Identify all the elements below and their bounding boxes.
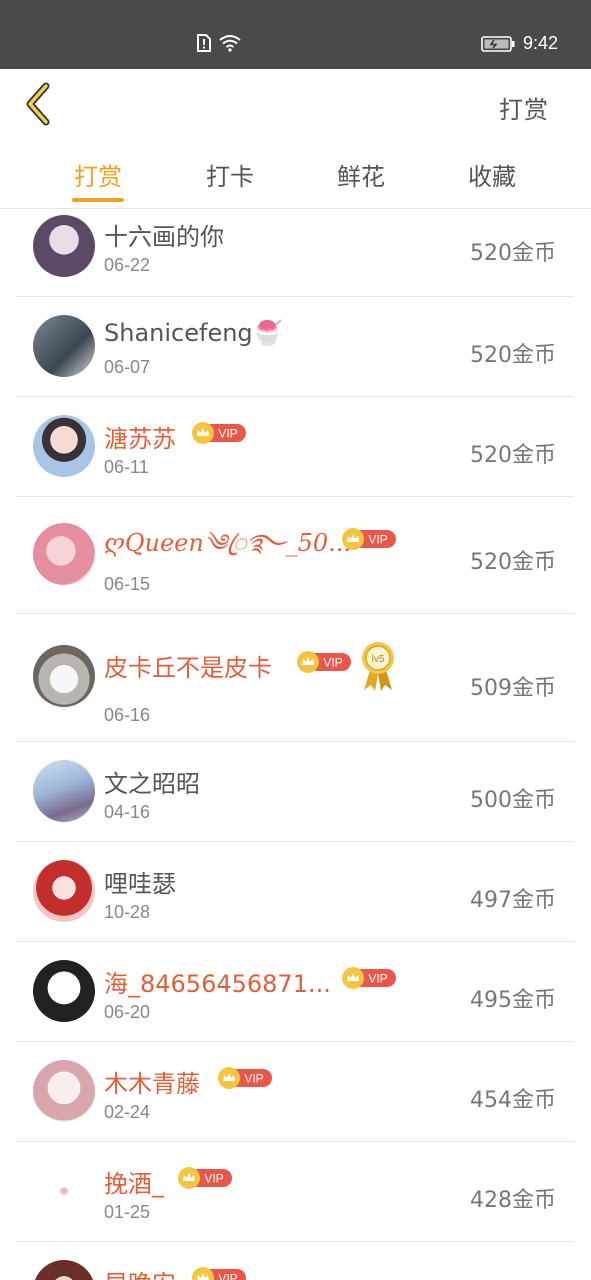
level-medal-icon: lv5: [362, 642, 394, 691]
tab-reward[interactable]: 打赏: [48, 157, 148, 192]
vip-badge-icon: VIP: [342, 967, 396, 989]
tab-active-indicator: [72, 198, 124, 202]
reward-amount: 428金币: [470, 1188, 556, 1213]
reward-date: 04-16: [104, 802, 151, 822]
vip-badge-icon: VIP: [192, 1267, 246, 1280]
avatar: [33, 315, 95, 377]
reward-date: 06-22: [104, 255, 151, 275]
reward-date: 06-16: [104, 705, 151, 725]
status-icons: [196, 34, 242, 52]
vip-badge-label: VIP: [323, 656, 342, 670]
list-item[interactable]: 溏苏苏 VIP 06-11 520金币: [16, 397, 574, 497]
reward-amount: 509金币: [470, 676, 556, 701]
list-item[interactable]: 皮卡丘不是皮卡 VIP lv5 06-16 509金币: [16, 614, 574, 742]
back-chevron-icon[interactable]: [22, 82, 58, 126]
reward-amount: 520金币: [470, 443, 556, 468]
vip-badge-icon: VIP: [192, 422, 246, 444]
user-name: 哩哇瑟: [104, 870, 176, 898]
avatar: [33, 1060, 95, 1122]
vip-badge-label: VIP: [218, 427, 237, 441]
vip-badge-label: VIP: [368, 972, 387, 986]
list-item[interactable]: Shanicefeng🍧 06-07 520金币: [16, 297, 574, 397]
vip-badge-icon: VIP: [342, 528, 396, 550]
user-name: 木木青藤: [104, 1070, 200, 1098]
reward-date: 06-07: [104, 357, 151, 377]
avatar: [33, 960, 95, 1022]
reward-amount: 497金币: [470, 888, 556, 913]
wifi-icon: [219, 35, 241, 52]
list-item[interactable]: 海_84656456871... VIP 06-20 495金币: [16, 942, 574, 1042]
avatar: [33, 1160, 95, 1222]
tab-checkin[interactable]: 打卡: [180, 157, 280, 192]
reward-date: 06-20: [104, 1002, 151, 1022]
list-item[interactable]: 挽酒_ VIP 01-25 428金币: [16, 1142, 574, 1242]
status-time: 9:42: [522, 33, 558, 53]
vip-badge-icon: VIP: [178, 1167, 232, 1189]
list-item[interactable]: 文之昭昭 04-16 500金币: [16, 742, 574, 842]
avatar: [33, 645, 95, 707]
battery-icon: [481, 35, 515, 52]
user-name: 海_84656456871...: [104, 970, 331, 998]
reward-date: 06-15: [104, 574, 151, 594]
reward-amount: 495金币: [470, 988, 556, 1013]
reward-date: 10-28: [104, 902, 151, 922]
list-item[interactable]: 早晚安 VIP: [16, 1242, 574, 1280]
avatar: [33, 860, 95, 922]
vip-badge-icon: VIP: [297, 651, 351, 673]
user-name: 皮卡丘不是皮卡: [104, 654, 272, 682]
list-item[interactable]: 十六画的你 06-22 520金币: [16, 209, 574, 297]
list-item[interactable]: 木木青藤 VIP 02-24 454金币: [16, 1042, 574, 1142]
user-name: 早晚安: [104, 1264, 176, 1280]
tab-favorites[interactable]: 收藏: [442, 157, 542, 192]
reward-amount: 500金币: [470, 788, 556, 813]
vip-badge-label: VIP: [218, 1272, 237, 1280]
vip-badge-label: VIP: [204, 1172, 223, 1186]
user-name: 文之昭昭: [104, 770, 200, 798]
avatar: [33, 215, 95, 277]
user-name: 十六画的你: [104, 223, 224, 251]
reward-list[interactable]: 十六画的你 06-22 520金币 Shanicefeng🍧 06-07 520…: [0, 209, 591, 1280]
vip-badge-label: VIP: [244, 1072, 263, 1086]
reward-date: 02-24: [104, 1102, 151, 1122]
list-item[interactable]: ღQueen༄ꦿ࿐_50... VIP 06-15 520金币: [16, 497, 574, 614]
vip-badge-icon: VIP: [218, 1067, 272, 1089]
reward-amount: 520金币: [470, 241, 556, 266]
user-name: 溏苏苏: [104, 425, 176, 453]
avatar: [33, 415, 95, 477]
reward-amount: 454金币: [470, 1088, 556, 1113]
user-name: 挽酒_: [104, 1170, 164, 1198]
reward-date: 06-11: [104, 457, 149, 477]
tab-flowers[interactable]: 鲜花: [311, 157, 411, 192]
header-reward-button[interactable]: 打赏: [499, 90, 549, 125]
reward-date: 01-25: [104, 1202, 151, 1222]
avatar: [33, 760, 95, 822]
medal-label: lv5: [372, 654, 385, 665]
reward-amount: 520金币: [470, 550, 556, 575]
status-bar: 9:42: [0, 0, 591, 69]
avatar: [33, 1260, 95, 1280]
reward-amount: 520金币: [470, 343, 556, 368]
tab-bar: 打赏 打卡 鲜花 收藏: [0, 140, 591, 209]
sim-alert-icon: [197, 34, 211, 52]
vip-badge-label: VIP: [368, 533, 387, 547]
avatar: [33, 523, 95, 585]
user-name: Shanicefeng🍧: [104, 319, 283, 347]
list-item[interactable]: 哩哇瑟 10-28 497金币: [16, 842, 574, 942]
